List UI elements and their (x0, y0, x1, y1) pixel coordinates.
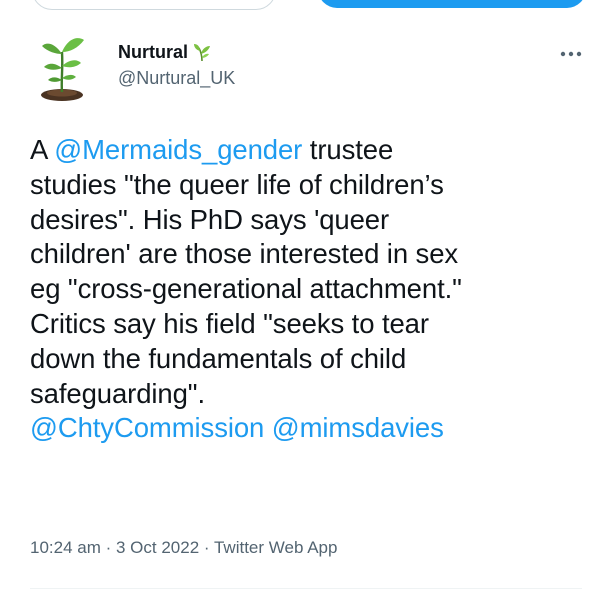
mention-link-mimsdavies[interactable]: @mimsdavies (272, 412, 444, 443)
mention-link-mermaids[interactable]: @Mermaids_gender (54, 134, 302, 165)
tweet-line: eg "cross-generational attachment." (30, 273, 462, 305)
tweet-text: A @Mermaids_gender trustee studies "the … (30, 133, 590, 446)
mention-link-chtycommission[interactable]: @ChtyCommission (30, 412, 264, 443)
tweet-text-segment: trustee (302, 134, 394, 165)
tweet-text-segment (264, 412, 272, 443)
tweet-line: Critics say his field "seeks to tear (30, 307, 429, 339)
seedling-icon (194, 44, 211, 62)
tweet-date[interactable]: 3 Oct 2022 (116, 538, 199, 557)
tweet-line: studies "the queer life of children’s (30, 168, 444, 200)
tweet-meta: 10:24 am · 3 Oct 2022 · Twitter Web App (30, 538, 337, 558)
primary-action-button[interactable] (318, 0, 586, 8)
sprout-icon[interactable] (30, 32, 94, 102)
tweet-line: @ChtyCommission @mimsdavies (30, 411, 590, 446)
tweet-line: desires". His PhD says 'queer (30, 203, 390, 235)
meta-separator: · (100, 538, 116, 557)
tweet-source[interactable]: Twitter Web App (214, 538, 337, 557)
user-handle[interactable]: @Nurtural_UK (118, 68, 235, 89)
tweet-time[interactable]: 10:24 am (30, 538, 101, 557)
divider (30, 588, 582, 589)
tweet-line: children' are those interested in sex (30, 238, 459, 270)
top-action-bar (0, 0, 612, 12)
tweet-line: A @Mermaids_gender trustee (30, 133, 590, 168)
display-name[interactable]: Nurtural (118, 42, 188, 63)
author-block[interactable]: Nurtural @Nurtural_UK (118, 40, 235, 89)
secondary-action-button[interactable] (32, 0, 276, 10)
tweet-line: down the fundamentals of child (30, 342, 407, 374)
meta-separator: · (199, 538, 214, 557)
tweet-line: safeguarding". (30, 377, 206, 409)
more-dots-icon[interactable] (558, 44, 584, 64)
tweet-text-segment: A (30, 134, 55, 165)
